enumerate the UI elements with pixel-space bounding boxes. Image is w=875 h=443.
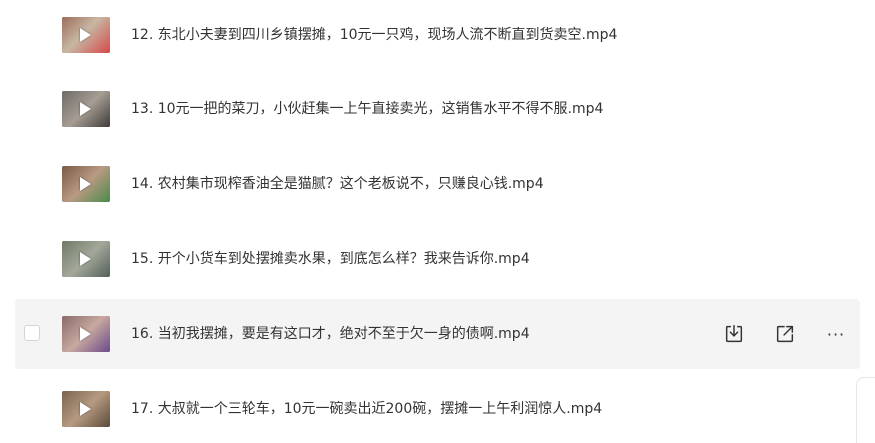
video-thumbnail[interactable]: [62, 17, 110, 53]
play-icon: [80, 28, 91, 42]
file-list: 12. 东北小夫妻到四川乡镇摆摊，10元一只鸡，现场人流不断直到货卖空.mp4 …: [0, 0, 875, 443]
share-button[interactable]: [773, 322, 797, 346]
download-icon: [725, 325, 743, 343]
video-thumbnail[interactable]: [62, 166, 110, 202]
row-actions: ···: [722, 299, 860, 369]
file-row-15[interactable]: 15. 开个小货车到处摆摊卖水果，到底怎么样？我来告诉你.mp4: [15, 224, 860, 294]
file-name[interactable]: 13. 10元一把的菜刀，小伙赶集一上午直接卖光，这销售水平不得不服.mp4: [131, 74, 603, 144]
file-name[interactable]: 17. 大叔就一个三轮车，10元一碗卖出近200碗，摆摊一上午利润惊人.mp4: [131, 374, 602, 443]
download-button[interactable]: [722, 322, 746, 346]
file-name[interactable]: 15. 开个小货车到处摆摊卖水果，到底怎么样？我来告诉你.mp4: [131, 224, 530, 294]
file-name[interactable]: 14. 农村集市现榨香油全是猫腻？这个老板说不，只赚良心钱.mp4: [131, 149, 544, 219]
video-thumbnail[interactable]: [62, 241, 110, 277]
video-thumbnail[interactable]: [62, 391, 110, 427]
play-icon: [80, 402, 91, 416]
floating-panel-edge: [856, 377, 875, 443]
play-icon: [80, 102, 91, 116]
file-row-14[interactable]: 14. 农村集市现榨香油全是猫腻？这个老板说不，只赚良心钱.mp4: [15, 149, 860, 219]
file-name[interactable]: 16. 当初我摆摊，要是有这口才，绝对不至于欠一身的债啊.mp4: [131, 299, 530, 369]
file-row-13[interactable]: 13. 10元一把的菜刀，小伙赶集一上午直接卖光，这销售水平不得不服.mp4: [15, 74, 860, 144]
video-thumbnail[interactable]: [62, 316, 110, 352]
file-name[interactable]: 12. 东北小夫妻到四川乡镇摆摊，10元一只鸡，现场人流不断直到货卖空.mp4: [131, 0, 617, 70]
more-button[interactable]: ···: [824, 322, 848, 346]
play-icon: [80, 252, 91, 266]
file-row-16[interactable]: 16. 当初我摆摊，要是有这口才，绝对不至于欠一身的债啊.mp4 ···: [15, 299, 860, 369]
play-icon: [80, 327, 91, 341]
more-icon: ···: [826, 324, 846, 344]
file-row-17[interactable]: 17. 大叔就一个三轮车，10元一碗卖出近200碗，摆摊一上午利润惊人.mp4: [15, 374, 860, 443]
share-icon: [776, 325, 794, 343]
video-thumbnail[interactable]: [62, 91, 110, 127]
file-row-12[interactable]: 12. 东北小夫妻到四川乡镇摆摊，10元一只鸡，现场人流不断直到货卖空.mp4: [15, 0, 860, 70]
row-checkbox[interactable]: [24, 325, 40, 341]
play-icon: [80, 177, 91, 191]
